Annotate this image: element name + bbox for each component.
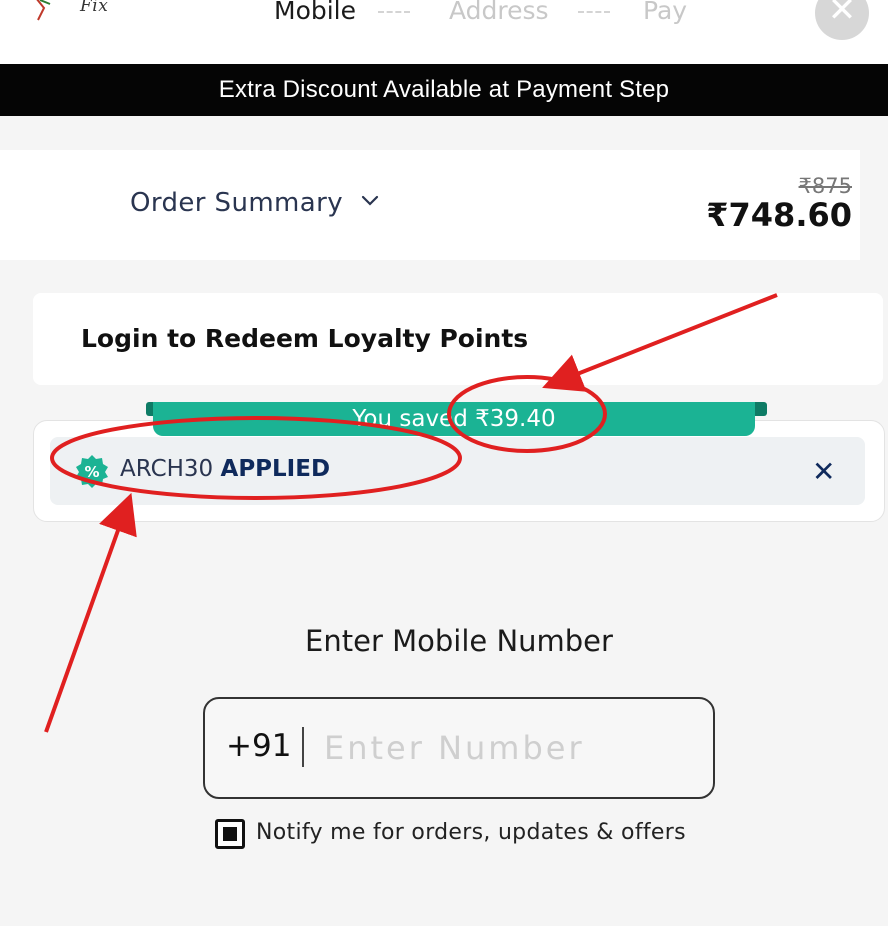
discount-banner: Extra Discount Available at Payment Step	[0, 64, 888, 116]
coupon-code-text: ARCH30 APPLIED	[120, 456, 330, 482]
mobile-number-input[interactable]	[322, 722, 696, 774]
close-button[interactable]: ✕	[815, 0, 869, 40]
step-mobile: Mobile	[274, 0, 357, 25]
top-bar: Fix Mobile Address Pay ✕	[0, 0, 888, 64]
logo-text: Fix	[80, 0, 109, 16]
country-code: +91	[226, 728, 292, 764]
coupon-code: ARCH30	[120, 456, 214, 482]
notify-checkbox[interactable]	[215, 819, 245, 849]
brand-logo: Fix	[30, 0, 130, 30]
savings-ribbon: You saved ₹39.40	[153, 402, 755, 436]
ribbon-fold	[753, 402, 767, 416]
mobile-title: Enter Mobile Number	[305, 624, 613, 658]
remove-coupon-button[interactable]: ✕	[812, 455, 835, 488]
input-divider	[302, 727, 304, 767]
step-pay: Pay	[643, 0, 688, 25]
order-summary-label[interactable]: Order Summary	[130, 188, 343, 218]
final-price: ₹748.60	[706, 196, 852, 234]
annotation-arrow	[44, 492, 137, 733]
original-price: ₹875	[798, 174, 852, 198]
discount-badge-icon: %	[76, 455, 108, 488]
loyalty-login-link[interactable]: Login to Redeem Loyalty Points	[81, 324, 528, 353]
chevron-down-icon[interactable]	[360, 190, 380, 210]
step-connector	[578, 11, 610, 13]
notify-label[interactable]: Notify me for orders, updates & offers	[256, 820, 686, 845]
checkbox-check	[223, 827, 237, 841]
coupon-status: APPLIED	[220, 456, 331, 482]
step-connector	[378, 11, 410, 13]
svg-text:%: %	[84, 463, 99, 481]
close-icon: ✕	[827, 0, 857, 29]
step-address: Address	[449, 0, 549, 25]
